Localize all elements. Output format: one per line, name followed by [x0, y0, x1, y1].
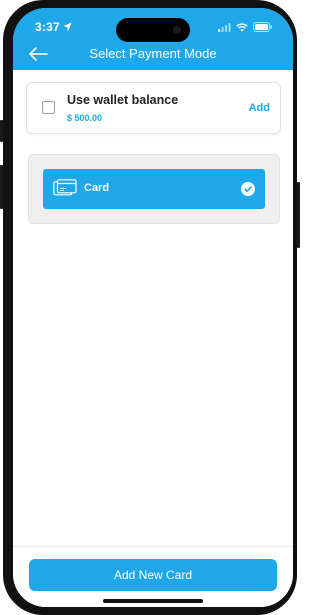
power-button	[297, 182, 300, 248]
selected-check-icon	[241, 182, 255, 196]
bottom-bar: Add New Card	[13, 546, 293, 607]
page-title: Select Payment Mode	[89, 46, 217, 61]
phone-frame: 3:37 Select Payment Mode Use wallet bala…	[3, 0, 297, 615]
add-new-card-button[interactable]: Add New Card	[29, 559, 277, 591]
wallet-checkbox[interactable]	[42, 101, 55, 114]
wifi-icon	[236, 22, 248, 31]
card-option-label: Card	[84, 182, 110, 194]
wallet-amount: $ 500.00	[67, 113, 103, 123]
wallet-label: Use wallet balance	[67, 93, 179, 107]
dynamic-island	[116, 18, 190, 42]
add-wallet-button[interactable]: Add	[249, 102, 270, 114]
location-arrow-icon	[63, 22, 72, 32]
signal-icon	[218, 22, 231, 32]
home-indicator	[103, 599, 203, 603]
camera-lens	[170, 23, 184, 37]
battery-icon	[253, 22, 272, 32]
payment-option-card[interactable]: Card	[43, 169, 265, 209]
credit-card-icon	[53, 179, 77, 196]
phone-screen: 3:37 Select Payment Mode Use wallet bala…	[13, 8, 293, 607]
payment-options-panel: Card	[28, 154, 280, 224]
app-header: 3:37 Select Payment Mode	[13, 8, 293, 70]
status-time: 3:37	[35, 20, 60, 34]
status-icons	[218, 22, 273, 32]
wallet-balance-row[interactable]: Use wallet balance $ 500.00 Add	[26, 82, 281, 134]
